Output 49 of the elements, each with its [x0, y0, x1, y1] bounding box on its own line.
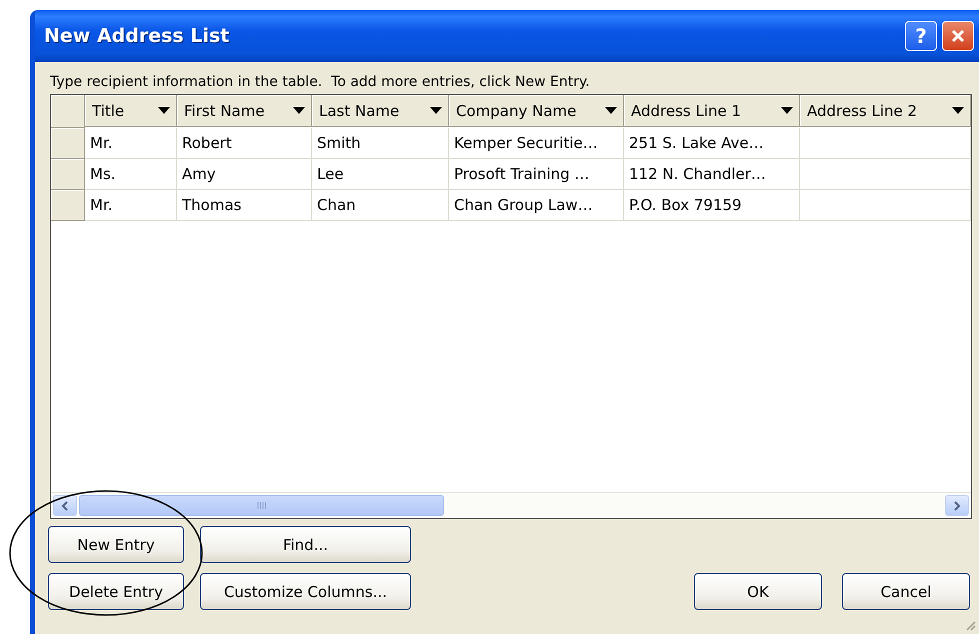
- column-header[interactable]: First Name: [177, 95, 312, 127]
- close-icon[interactable]: [950, 28, 966, 44]
- row-selector[interactable]: [51, 159, 85, 190]
- table-cell: Smith: [312, 128, 449, 159]
- column-header[interactable]: Title: [85, 95, 177, 127]
- dialog-button[interactable]: Delete Entry: [48, 573, 184, 610]
- table-cell: Mr.: [85, 128, 177, 159]
- table-cell: 112 N. Chandler…: [624, 159, 800, 190]
- dropdown-arrow-icon[interactable]: [158, 107, 170, 114]
- dialog-button[interactable]: New Entry: [48, 526, 184, 563]
- dropdown-arrow-icon[interactable]: [605, 107, 617, 114]
- column-header[interactable]: Company Name: [449, 95, 624, 127]
- table-cell: Ms.: [85, 159, 177, 190]
- table-cell: Kemper Securitie…: [449, 128, 624, 159]
- column-header[interactable]: Last Name: [312, 95, 449, 127]
- table-cell: Thomas: [177, 190, 312, 221]
- window-title: New Address List: [44, 25, 230, 47]
- dialog-button[interactable]: OK: [694, 573, 822, 610]
- close-button[interactable]: [942, 21, 974, 51]
- dialog-button[interactable]: Find...: [200, 526, 411, 563]
- table-cell: Mr.: [85, 190, 177, 221]
- table-cell: Lee: [312, 159, 449, 190]
- dialog-button[interactable]: Cancel: [842, 573, 970, 610]
- table-cell: Prosoft Training …: [449, 159, 624, 190]
- table-cell: P.O. Box 79159: [624, 190, 800, 221]
- scrollbar-thumb[interactable]: [79, 495, 444, 516]
- dropdown-arrow-icon[interactable]: [430, 107, 442, 114]
- table-cell: Chan Group Law…: [449, 190, 624, 221]
- column-header[interactable]: Address Line 2: [800, 95, 971, 127]
- dropdown-arrow-icon[interactable]: [781, 107, 793, 114]
- table-cell: Amy: [177, 159, 312, 190]
- dropdown-arrow-icon[interactable]: [293, 107, 305, 114]
- resize-grip-icon[interactable]: [964, 619, 976, 631]
- scroll-right-button[interactable]: [945, 495, 969, 516]
- row-selector[interactable]: [51, 190, 85, 221]
- scroll-left-button[interactable]: [53, 495, 77, 516]
- dropdown-arrow-icon[interactable]: [952, 107, 964, 114]
- instruction-text: Type recipient information in the table. To add more entries, click New Entry.: [50, 74, 591, 92]
- row-selector[interactable]: [51, 128, 85, 159]
- horizontal-scrollbar[interactable]: [51, 492, 971, 518]
- table-cell: Robert: [177, 128, 312, 159]
- table-cell: Chan: [312, 190, 449, 221]
- chevron-left-icon[interactable]: [61, 500, 69, 510]
- chevron-right-icon[interactable]: [953, 500, 961, 510]
- column-header[interactable]: Address Line 1: [624, 95, 800, 127]
- table-cell: 251 S. Lake Ave…: [624, 128, 800, 159]
- dialog-button[interactable]: Customize Columns...: [200, 573, 411, 610]
- help-button[interactable]: ?: [905, 21, 937, 51]
- row-header-corner: [51, 95, 85, 128]
